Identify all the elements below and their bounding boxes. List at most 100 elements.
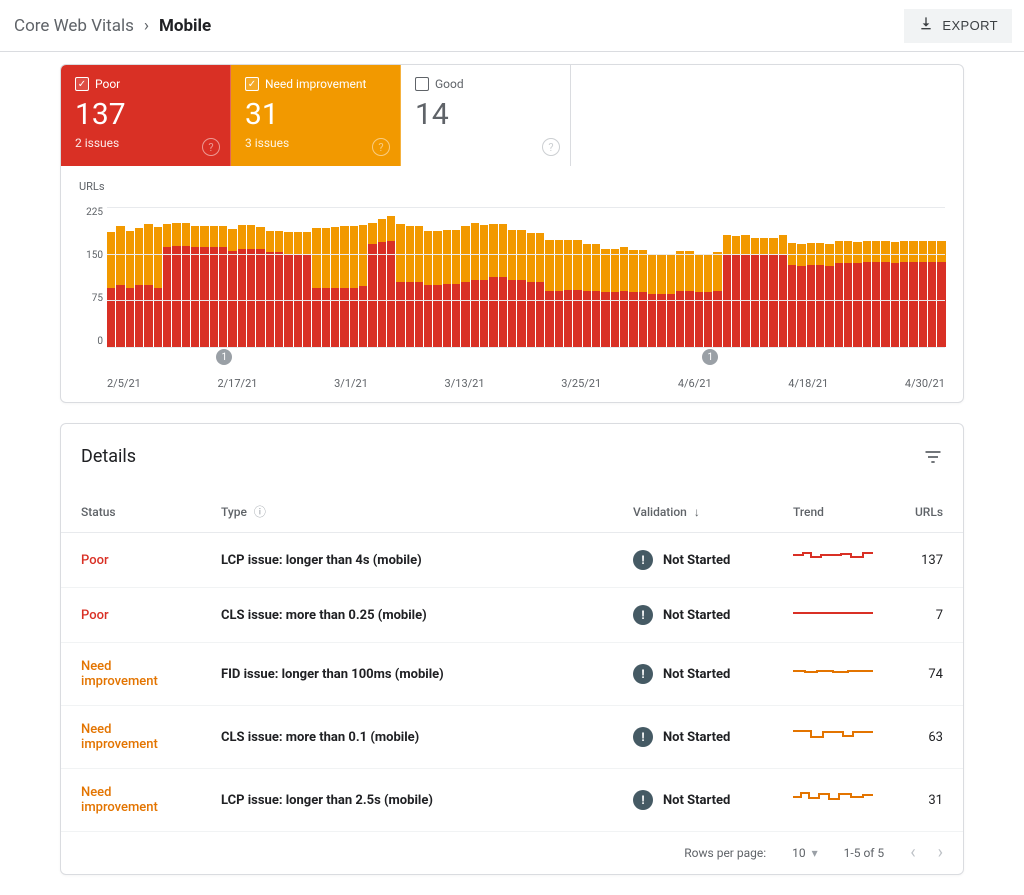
validation-cell: !Not Started	[613, 533, 773, 588]
status-cell: Poor	[61, 533, 201, 588]
breadcrumb: Core Web Vitals › Mobile	[14, 16, 211, 36]
x-tick: 4/18/21	[788, 377, 828, 390]
x-tick: 2/17/21	[217, 377, 257, 390]
checkbox-checked-icon: ✓	[245, 77, 259, 91]
trend-cell	[773, 588, 893, 643]
col-type[interactable]: Type ⓘ	[201, 495, 613, 533]
export-button[interactable]: EXPORT	[904, 9, 1012, 43]
tile-need-count: 31	[245, 97, 386, 132]
validation-cell: !Not Started	[613, 769, 773, 832]
x-tick: 3/25/21	[561, 377, 601, 390]
status-cell: Poor	[61, 588, 201, 643]
download-icon	[918, 16, 934, 35]
chart-container: URLs 225 150 75 0 1 1 2/5/21 2/17/21 3/1/21 3/1…	[61, 166, 963, 402]
urls-cell: 7	[893, 588, 963, 643]
chart-y-axis: 225 150 75 0	[79, 207, 103, 347]
exclamation-icon: !	[633, 550, 653, 570]
tile-poor-issues: 2 issues	[75, 136, 216, 150]
tile-need-improvement[interactable]: ✓ Need improvement 31 3 issues ?	[231, 65, 401, 166]
type-cell: CLS issue: more than 0.1 (mobile)	[201, 706, 613, 769]
status-cell: Need improvement	[61, 706, 201, 769]
tile-poor[interactable]: ✓ Poor 137 2 issues ?	[61, 65, 231, 166]
exclamation-icon: !	[633, 664, 653, 684]
urls-cell: 137	[893, 533, 963, 588]
chart-y-title: URLs	[79, 180, 945, 193]
table-row[interactable]: PoorCLS issue: more than 0.25 (mobile)!N…	[61, 588, 963, 643]
col-urls[interactable]: URLs	[893, 495, 963, 533]
pager-prev-button[interactable]: ‹	[910, 844, 915, 862]
x-tick: 3/13/21	[445, 377, 485, 390]
rows-per-page-label: Rows per page:	[684, 846, 766, 860]
chevron-down-icon: ▾	[812, 846, 818, 860]
urls-stacked-bar-chart: 225 150 75 0 1 1	[79, 195, 945, 365]
help-icon[interactable]: ?	[202, 138, 220, 156]
trend-cell	[773, 706, 893, 769]
exclamation-icon: !	[633, 790, 653, 810]
tile-poor-label: Poor	[95, 77, 120, 91]
type-cell: LCP issue: longer than 4s (mobile)	[201, 533, 613, 588]
rows-per-page-select[interactable]: 10 ▾	[792, 846, 818, 860]
trend-cell	[773, 643, 893, 706]
filter-icon[interactable]	[923, 447, 943, 467]
x-tick: 2/5/21	[107, 377, 141, 390]
checkbox-unchecked-icon	[415, 77, 429, 91]
table-row[interactable]: PoorLCP issue: longer than 4s (mobile)!N…	[61, 533, 963, 588]
details-card: Details Status Type ⓘ Validation ↓ Tren	[60, 423, 964, 875]
chevron-right-icon: ›	[144, 16, 149, 36]
urls-cell: 31	[893, 769, 963, 832]
validation-cell: !Not Started	[613, 706, 773, 769]
col-trend[interactable]: Trend	[773, 495, 893, 533]
tile-need-label: Need improvement	[265, 77, 366, 91]
chart-gridlines	[107, 207, 945, 347]
col-status[interactable]: Status	[61, 495, 201, 533]
exclamation-icon: !	[633, 605, 653, 625]
y-tick: 150	[79, 250, 103, 261]
tile-good-count: 14	[415, 97, 556, 132]
table-row[interactable]: Need improvementFID issue: longer than 1…	[61, 643, 963, 706]
urls-cell: 74	[893, 643, 963, 706]
y-tick: 75	[79, 293, 103, 304]
trend-cell	[773, 533, 893, 588]
type-cell: CLS issue: more than 0.25 (mobile)	[201, 588, 613, 643]
table-row[interactable]: Need improvementLCP issue: longer than 2…	[61, 769, 963, 832]
type-cell: FID issue: longer than 100ms (mobile)	[201, 643, 613, 706]
col-validation[interactable]: Validation ↓	[613, 495, 773, 533]
x-tick: 4/30/21	[905, 377, 945, 390]
pager-range: 1-5 of 5	[844, 846, 885, 860]
export-label: EXPORT	[942, 18, 998, 33]
tile-poor-count: 137	[75, 97, 216, 132]
x-tick: 3/1/21	[334, 377, 368, 390]
x-tick: 4/6/21	[678, 377, 712, 390]
status-cell: Need improvement	[61, 769, 201, 832]
validation-cell: !Not Started	[613, 643, 773, 706]
summary-tiles: ✓ Poor 137 2 issues ? ✓ Need improvement…	[61, 65, 963, 166]
help-icon[interactable]: ?	[542, 138, 560, 156]
type-cell: LCP issue: longer than 2.5s (mobile)	[201, 769, 613, 832]
urls-cell: 63	[893, 706, 963, 769]
table-pager: Rows per page: 10 ▾ 1-5 of 5 ‹ ›	[61, 832, 963, 874]
trend-cell	[773, 769, 893, 832]
chart-marker[interactable]: 1	[216, 349, 232, 365]
y-tick: 225	[79, 207, 103, 218]
chart-marker[interactable]: 1	[702, 349, 718, 365]
status-cell: Need improvement	[61, 643, 201, 706]
sort-descending-icon[interactable]: ↓	[694, 505, 700, 519]
chart-x-axis: 2/5/21 2/17/21 3/1/21 3/13/21 3/25/21 4/6/21 4…	[79, 365, 945, 390]
breadcrumb-root[interactable]: Core Web Vitals	[14, 16, 134, 36]
help-icon[interactable]: ⓘ	[254, 505, 266, 519]
details-title: Details	[81, 446, 136, 467]
tile-good-label: Good	[435, 77, 464, 91]
summary-card: ✓ Poor 137 2 issues ? ✓ Need improvement…	[60, 64, 964, 403]
details-table: Status Type ⓘ Validation ↓ Trend URLs Po…	[61, 495, 963, 832]
tile-good[interactable]: Good 14 ?	[401, 65, 571, 166]
y-tick: 0	[79, 336, 103, 347]
help-icon[interactable]: ?	[372, 138, 390, 156]
validation-cell: !Not Started	[613, 588, 773, 643]
checkbox-checked-icon: ✓	[75, 77, 89, 91]
tile-need-issues: 3 issues	[245, 136, 386, 150]
pager-next-button[interactable]: ›	[938, 844, 943, 862]
breadcrumb-current: Mobile	[159, 16, 211, 36]
table-row[interactable]: Need improvementCLS issue: more than 0.1…	[61, 706, 963, 769]
page-header: Core Web Vitals › Mobile EXPORT	[0, 0, 1024, 52]
exclamation-icon: !	[633, 727, 653, 747]
